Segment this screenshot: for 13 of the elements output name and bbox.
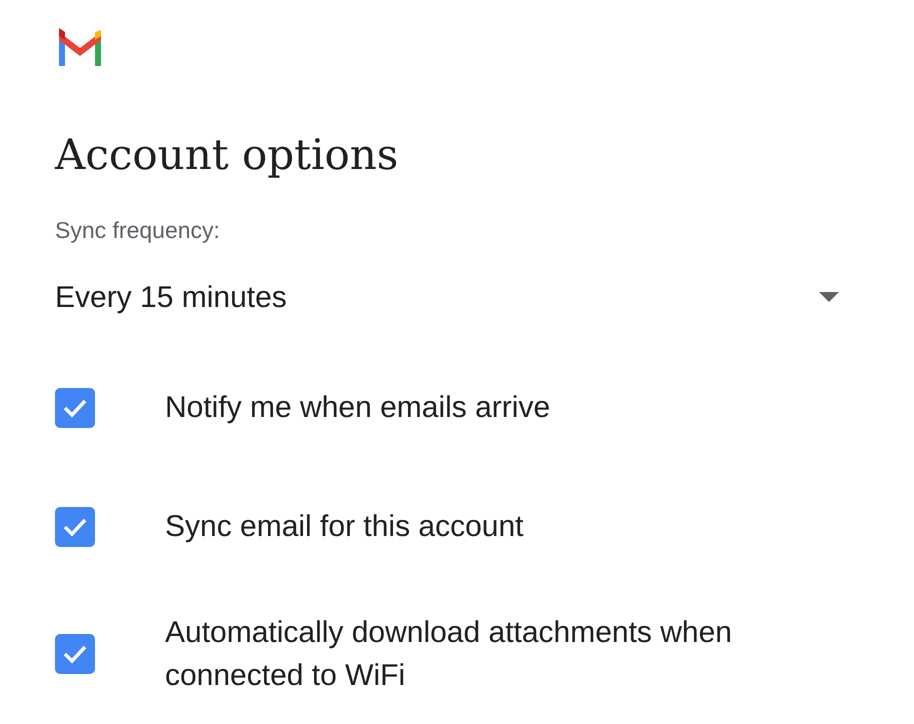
checkbox[interactable] (55, 507, 95, 548)
option-label: Notify me when emails arrive (165, 390, 550, 426)
checkbox[interactable] (55, 634, 95, 674)
option-label: Sync email for this account (165, 509, 524, 546)
check-icon (62, 517, 88, 538)
frequency-dropdown[interactable]: Every 15 minutes (55, 274, 859, 320)
dropdown-caret-icon (819, 292, 839, 302)
check-icon (62, 644, 88, 664)
page-title: Account options (55, 130, 400, 180)
option-label: Automatically download attachments when connected to WiFi (165, 614, 733, 694)
field-label: Sync frequency: (55, 216, 221, 246)
check-icon (62, 398, 88, 418)
checkbox[interactable] (55, 388, 95, 428)
